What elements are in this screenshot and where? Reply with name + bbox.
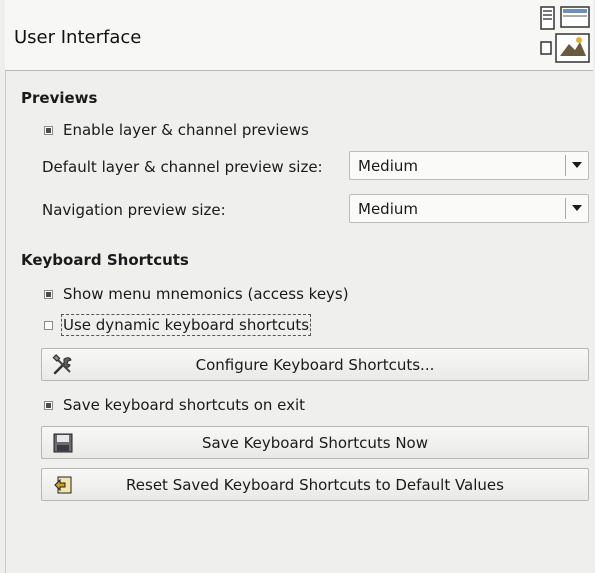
reset-shortcuts-label: Reset Saved Keyboard Shortcuts to Defaul… — [126, 476, 504, 494]
checkbox-checked-icon[interactable] — [44, 289, 53, 299]
navigation-preview-size-label: Navigation preview size: — [42, 201, 226, 219]
configure-shortcuts-button[interactable]: Configure Keyboard Shortcuts... — [41, 348, 589, 381]
save-shortcuts-now-label: Save Keyboard Shortcuts Now — [201, 434, 428, 452]
configure-shortcuts-label: Configure Keyboard Shortcuts... — [195, 356, 435, 374]
reset-shortcuts-button[interactable]: Reset Saved Keyboard Shortcuts to Defaul… — [41, 468, 589, 501]
save-on-exit-checkbox[interactable]: Save keyboard shortcuts on exit — [44, 396, 305, 414]
show-mnemonics-label: Show menu mnemonics (access keys) — [63, 285, 349, 303]
navigation-preview-size-value: Medium — [358, 200, 418, 218]
show-mnemonics-checkbox[interactable]: Show menu mnemonics (access keys) — [44, 285, 349, 303]
enable-layer-previews-checkbox[interactable]: Enable layer & channel previews — [44, 121, 309, 139]
dynamic-shortcuts-checkbox[interactable]: Use dynamic keyboard shortcuts — [44, 314, 312, 336]
save-on-exit-label: Save keyboard shortcuts on exit — [63, 396, 306, 414]
default-preview-size-label: Default layer & channel preview size: — [42, 158, 323, 176]
default-preview-size-value: Medium — [358, 157, 418, 175]
enable-layer-previews-label: Enable layer & channel previews — [63, 121, 309, 139]
save-shortcuts-now-button[interactable]: Save Keyboard Shortcuts Now — [41, 426, 589, 459]
checkbox-unchecked-icon[interactable] — [44, 320, 53, 330]
previews-section-title: Previews — [21, 89, 98, 107]
combo-separator — [565, 198, 566, 219]
preferences-window-icon — [540, 6, 590, 63]
checkbox-checked-icon[interactable] — [44, 125, 53, 135]
navigation-preview-size-combo[interactable]: Medium — [349, 194, 589, 223]
panel-header: User Interface — [5, 0, 593, 71]
chevron-down-icon[interactable] — [572, 162, 582, 168]
default-preview-size-combo[interactable]: Medium — [349, 151, 589, 180]
dynamic-shortcuts-label: Use dynamic keyboard shortcuts — [60, 314, 312, 336]
keyboard-shortcuts-section-title: Keyboard Shortcuts — [21, 251, 189, 269]
page-title: User Interface — [14, 27, 142, 48]
chevron-down-icon[interactable] — [572, 205, 582, 211]
combo-separator — [565, 155, 566, 176]
checkbox-checked-icon[interactable] — [44, 400, 53, 410]
